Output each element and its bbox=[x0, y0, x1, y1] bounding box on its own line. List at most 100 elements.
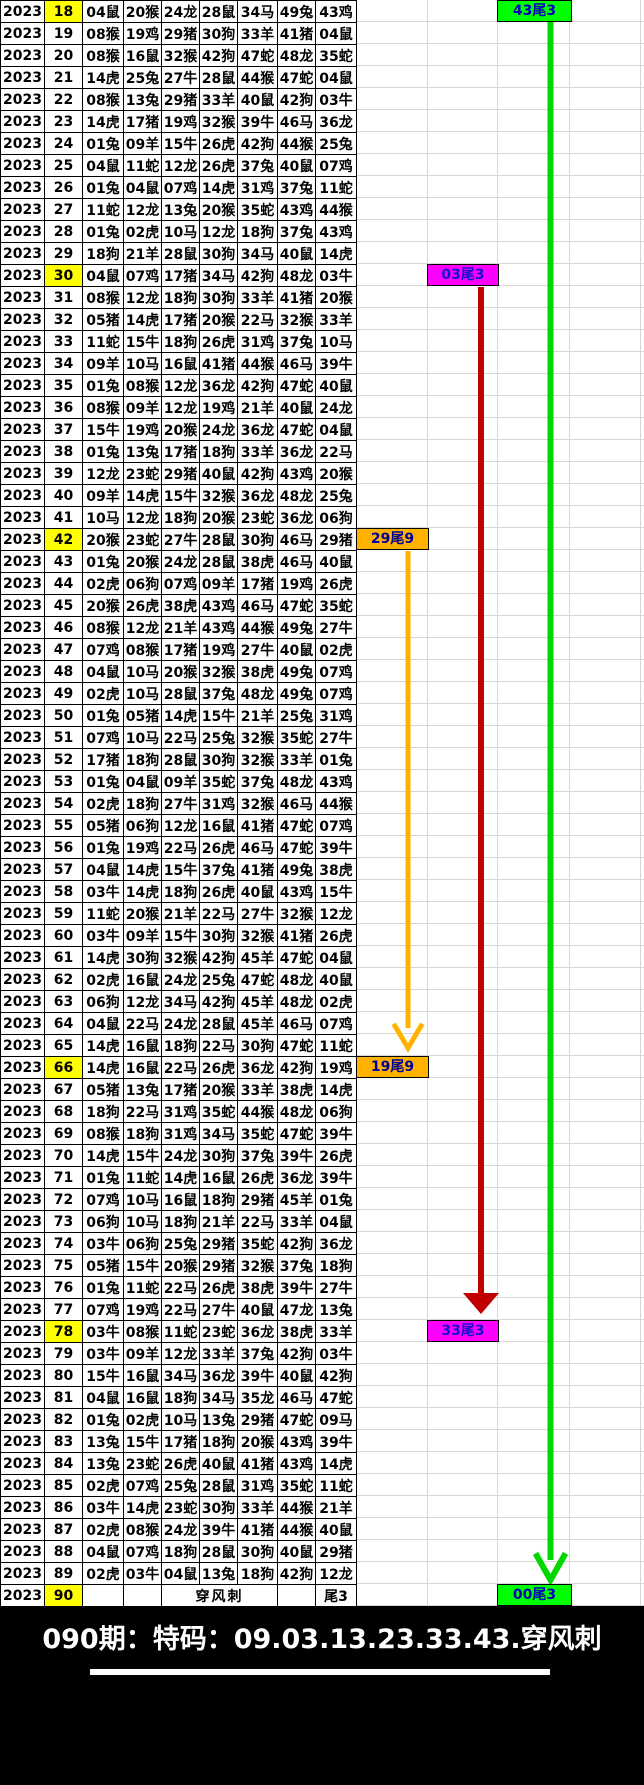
special-number-cell: 26虎 bbox=[316, 925, 357, 947]
special-number-cell: 07鸡 bbox=[316, 1013, 357, 1035]
number-cell: 38虎 bbox=[238, 1277, 278, 1299]
year-cell: 2023 bbox=[1, 507, 45, 529]
number-cell: 29猪 bbox=[238, 1189, 278, 1211]
table-row: 20235107鸡10马22马25兔32猴35蛇27牛 bbox=[1, 727, 357, 749]
number-cell: 33羊 bbox=[238, 1079, 278, 1101]
table-row: 20235001兔05猪14虎15牛21羊25兔31鸡 bbox=[1, 705, 357, 727]
number-cell: 27牛 bbox=[162, 67, 200, 89]
number-cell: 30狗 bbox=[200, 925, 238, 947]
number-cell: 28鼠 bbox=[200, 1475, 238, 1497]
number-cell: 03牛 bbox=[83, 1321, 124, 1343]
number-cell: 27牛 bbox=[238, 903, 278, 925]
number-cell: 47蛇 bbox=[278, 837, 316, 859]
number-cell bbox=[278, 1585, 316, 1607]
number-cell: 09羊 bbox=[124, 1343, 162, 1365]
period-cell: 64 bbox=[45, 1013, 83, 1035]
table-row: 20234301兔20猴24龙28鼠38虎46马40鼠 bbox=[1, 551, 357, 573]
number-cell: 46马 bbox=[278, 1013, 316, 1035]
number-cell: 28鼠 bbox=[200, 1, 238, 23]
special-number-cell: 43鸡 bbox=[316, 1, 357, 23]
table-row: 20233108猴12龙18狗30狗33羊41猪20猴 bbox=[1, 287, 357, 309]
number-cell: 07鸡 bbox=[124, 265, 162, 287]
number-cell: 12龙 bbox=[124, 507, 162, 529]
special-number-cell: 38虎 bbox=[316, 859, 357, 881]
special-number-cell: 14虎 bbox=[316, 243, 357, 265]
number-cell: 39牛 bbox=[200, 1519, 238, 1541]
number-cell: 07鸡 bbox=[162, 573, 200, 595]
number-cell: 13兔 bbox=[83, 1453, 124, 1475]
year-cell: 2023 bbox=[1, 1431, 45, 1453]
table-row: 20236114虎30狗32猴42狗45羊47蛇04鼠 bbox=[1, 947, 357, 969]
number-cell: 08猴 bbox=[83, 617, 124, 639]
year-cell: 2023 bbox=[1, 89, 45, 111]
number-cell: 42狗 bbox=[278, 1233, 316, 1255]
year-cell: 2023 bbox=[1, 1255, 45, 1277]
number-cell: 46马 bbox=[278, 353, 316, 375]
special-number-cell: 43鸡 bbox=[316, 221, 357, 243]
special-number-cell: 11蛇 bbox=[316, 1035, 357, 1057]
period-cell: 19 bbox=[45, 23, 83, 45]
number-cell: 21羊 bbox=[162, 617, 200, 639]
special-number-cell: 29猪 bbox=[316, 529, 357, 551]
number-cell: 40鼠 bbox=[278, 155, 316, 177]
special-number-cell: 18狗 bbox=[316, 1255, 357, 1277]
period-cell: 50 bbox=[45, 705, 83, 727]
year-cell: 2023 bbox=[1, 199, 45, 221]
year-cell: 2023 bbox=[1, 1541, 45, 1563]
table-row: 20234220猴23蛇27牛28鼠30狗46马29猪 bbox=[1, 529, 357, 551]
number-cell: 16鼠 bbox=[124, 45, 162, 67]
number-cell: 28鼠 bbox=[162, 683, 200, 705]
special-number-cell: 31鸡 bbox=[316, 705, 357, 727]
table-row: 20237306狗10马18狗21羊22马33羊04鼠 bbox=[1, 1211, 357, 1233]
number-cell: 42狗 bbox=[238, 375, 278, 397]
number-cell: 37兔 bbox=[238, 155, 278, 177]
number-cell: 01兔 bbox=[83, 441, 124, 463]
table-row: 20233205猪14虎17猪20猴22马32猴33羊 bbox=[1, 309, 357, 331]
period-cell: 22 bbox=[45, 89, 83, 111]
special-number-cell: 25兔 bbox=[316, 133, 357, 155]
year-cell: 2023 bbox=[1, 727, 45, 749]
year-cell: 2023 bbox=[1, 683, 45, 705]
number-cell: 46马 bbox=[278, 529, 316, 551]
year-cell: 2023 bbox=[1, 1277, 45, 1299]
table-row: 20238603牛14虎23蛇30狗33羊44猴21羊 bbox=[1, 1497, 357, 1519]
period-cell: 27 bbox=[45, 199, 83, 221]
special-number-cell: 44猴 bbox=[316, 199, 357, 221]
number-cell: 36龙 bbox=[200, 1365, 238, 1387]
number-cell: 02虎 bbox=[124, 1409, 162, 1431]
number-cell: 04鼠 bbox=[83, 155, 124, 177]
number-cell: 12龙 bbox=[162, 155, 200, 177]
number-cell: 22马 bbox=[162, 1299, 200, 1321]
number-cell: 22马 bbox=[200, 903, 238, 925]
period-cell: 26 bbox=[45, 177, 83, 199]
number-cell: 10马 bbox=[162, 1409, 200, 1431]
number-cell: 49兔 bbox=[278, 1, 316, 23]
period-cell: 62 bbox=[45, 969, 83, 991]
number-cell: 17猪 bbox=[162, 1079, 200, 1101]
table-row: 20236705猪13兔17猪20猴33羊38虎14虎 bbox=[1, 1079, 357, 1101]
number-cell: 40鼠 bbox=[200, 463, 238, 485]
number-cell: 14虎 bbox=[83, 111, 124, 133]
special-number-cell: 29猪 bbox=[316, 1541, 357, 1563]
number-cell: 32猴 bbox=[238, 793, 278, 815]
tail-label: 29尾9 bbox=[356, 528, 429, 550]
table-row: 20237707鸡19鸡22马27牛40鼠47龙13兔 bbox=[1, 1299, 357, 1321]
table-row: 20236202虎16鼠24龙25兔47蛇48龙40鼠 bbox=[1, 969, 357, 991]
special-number-cell: 27牛 bbox=[316, 1277, 357, 1299]
number-cell: 22马 bbox=[124, 1013, 162, 1035]
number-cell: 35蛇 bbox=[200, 1101, 238, 1123]
number-cell: 34马 bbox=[200, 1387, 238, 1409]
number-cell: 26虎 bbox=[200, 881, 238, 903]
number-cell: 48龙 bbox=[278, 1101, 316, 1123]
special-number-cell: 47蛇 bbox=[316, 1387, 357, 1409]
number-cell: 41猪 bbox=[238, 815, 278, 837]
number-cell: 06狗 bbox=[83, 991, 124, 1013]
number-cell bbox=[83, 1585, 124, 1607]
number-cell: 01兔 bbox=[83, 837, 124, 859]
table-row: 20234902虎10马28鼠37兔48龙49兔07鸡 bbox=[1, 683, 357, 705]
number-cell: 20猴 bbox=[124, 1, 162, 23]
number-cell: 14虎 bbox=[200, 177, 238, 199]
number-cell: 44猴 bbox=[278, 1497, 316, 1519]
number-cell: 31鸡 bbox=[162, 1101, 200, 1123]
year-cell: 2023 bbox=[1, 155, 45, 177]
